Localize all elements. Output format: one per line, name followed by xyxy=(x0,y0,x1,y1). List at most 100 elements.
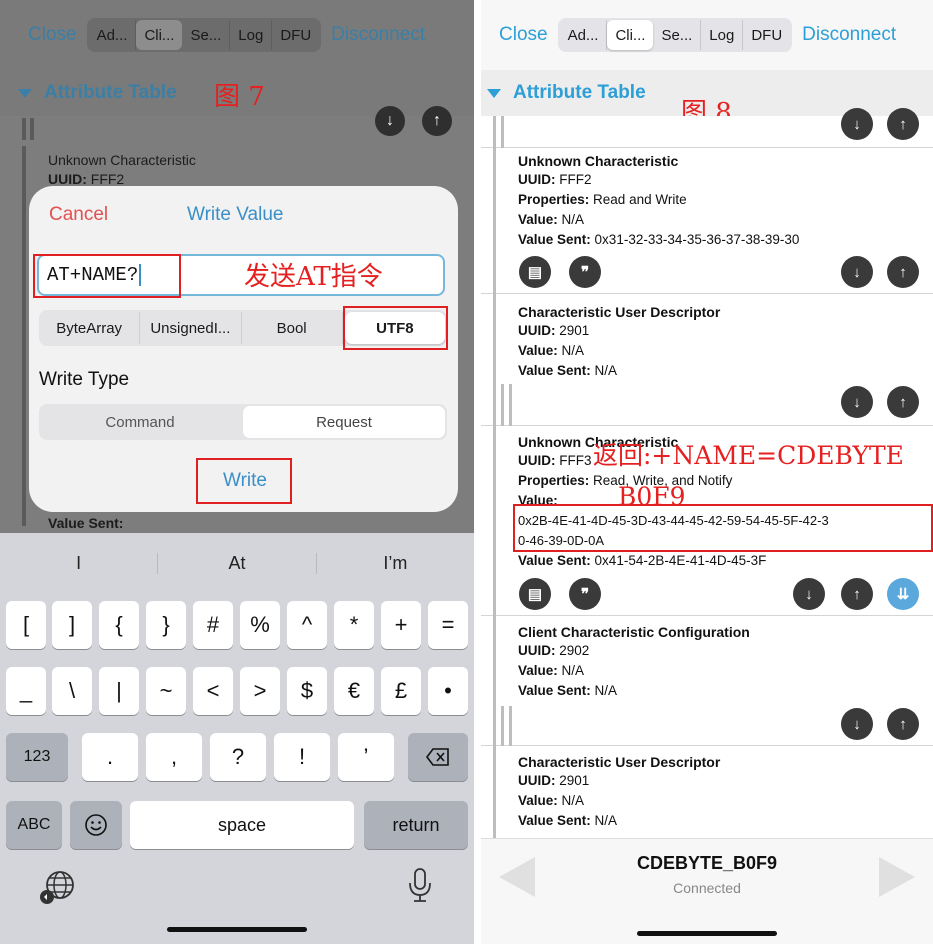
microphone-icon[interactable] xyxy=(407,867,433,908)
key[interactable]: ! xyxy=(274,733,330,781)
key[interactable]: . xyxy=(82,733,138,781)
close-button[interactable]: Close xyxy=(28,24,77,46)
key[interactable]: + xyxy=(381,601,421,649)
characteristic-uuid: UUID: FFF2 xyxy=(48,171,125,187)
key[interactable]: ~ xyxy=(146,667,186,715)
abc-key[interactable]: ABC xyxy=(6,801,62,849)
write-type-command[interactable]: Command xyxy=(39,406,241,438)
descriptor-uuid: UUID: 2901 xyxy=(518,323,590,338)
suggestion-bar: I At I’m xyxy=(0,533,474,593)
suggestion-item[interactable]: At xyxy=(158,552,317,574)
download-icon[interactable]: ↓ xyxy=(375,106,405,136)
space-key[interactable]: space xyxy=(130,801,354,849)
tab-dfu[interactable]: DFU xyxy=(743,20,790,50)
collapse-triangle-icon xyxy=(487,88,501,98)
descriptor-2901: Characteristic User Descriptor UUID: 290… xyxy=(481,294,933,426)
left-phone-screen: Close Ad... Cli... Se... Log DFU Disconn… xyxy=(0,0,474,944)
key[interactable]: % xyxy=(240,601,280,649)
screenshot-root: Close Ad... Cli... Se... Log DFU Disconn… xyxy=(0,0,933,944)
send-at-command-annotation: 发送AT指令 xyxy=(244,262,383,292)
numbers-key[interactable]: 123 xyxy=(6,733,68,781)
tab-advertisement[interactable]: Ad... xyxy=(560,20,608,50)
key[interactable]: | xyxy=(99,667,139,715)
download-icon[interactable]: ↓ xyxy=(841,108,873,140)
key[interactable]: } xyxy=(146,601,186,649)
key[interactable]: ? xyxy=(210,733,266,781)
key[interactable]: ’ xyxy=(338,733,394,781)
tab-log[interactable]: Log xyxy=(701,20,744,50)
home-indicator xyxy=(637,931,777,936)
read-icon[interactable]: ▤ xyxy=(519,578,551,610)
backspace-key[interactable] xyxy=(408,733,468,781)
download-icon[interactable]: ↓ xyxy=(841,386,873,418)
key[interactable]: • xyxy=(428,667,468,715)
tree-bar xyxy=(501,116,504,148)
tree-bar xyxy=(493,616,496,746)
return-key[interactable]: return xyxy=(364,801,468,849)
disconnect-button[interactable]: Disconnect xyxy=(802,24,896,46)
read-icon[interactable]: ▤ xyxy=(519,256,551,288)
key[interactable]: , xyxy=(146,733,202,781)
tree-bar xyxy=(509,384,512,426)
tab-server[interactable]: Se... xyxy=(182,20,231,50)
response-annotation: 返回:+NAME=CDEBYTE xyxy=(593,441,904,470)
upload-icon[interactable]: ↑ xyxy=(887,108,919,140)
type-unsigned-int[interactable]: UnsignedI... xyxy=(140,312,242,344)
disconnect-button[interactable]: Disconnect xyxy=(331,24,425,46)
close-button[interactable]: Close xyxy=(499,24,548,46)
type-bool[interactable]: Bool xyxy=(242,312,343,344)
key[interactable]: [ xyxy=(6,601,46,649)
key[interactable]: ^ xyxy=(287,601,327,649)
descriptor-title: Characteristic User Descriptor xyxy=(518,754,721,770)
key[interactable]: = xyxy=(428,601,468,649)
upload-icon[interactable]: ↑ xyxy=(422,106,452,136)
key[interactable]: € xyxy=(334,667,374,715)
write-type-request[interactable]: Request xyxy=(243,406,445,438)
right-phone-screen: Close Ad... Cli... Se... Log DFU Disconn… xyxy=(481,0,933,944)
tab-client[interactable]: Cli... xyxy=(136,20,183,50)
download-icon[interactable]: ↓ xyxy=(841,256,873,288)
globe-icon[interactable] xyxy=(38,867,78,912)
key[interactable]: # xyxy=(193,601,233,649)
key[interactable]: > xyxy=(240,667,280,715)
key[interactable]: \ xyxy=(52,667,92,715)
upload-icon[interactable]: ↑ xyxy=(887,386,919,418)
notify-icon[interactable]: ⇊ xyxy=(887,578,919,610)
quote-icon[interactable]: ❞ xyxy=(569,578,601,610)
home-indicator xyxy=(167,927,307,932)
tree-bar xyxy=(501,706,504,746)
key[interactable]: * xyxy=(334,601,374,649)
tab-dfu[interactable]: DFU xyxy=(272,20,319,50)
download-icon[interactable]: ↓ xyxy=(793,578,825,610)
key[interactable]: ] xyxy=(52,601,92,649)
download-icon[interactable]: ↓ xyxy=(841,708,873,740)
key[interactable]: { xyxy=(99,601,139,649)
key[interactable]: $ xyxy=(287,667,327,715)
suggestion-item[interactable]: I xyxy=(0,552,159,574)
characteristic-uuid: UUID: FFF2 xyxy=(518,172,592,187)
tree-bar xyxy=(493,116,496,148)
tab-log[interactable]: Log xyxy=(230,20,273,50)
quote-icon[interactable]: ❞ xyxy=(569,256,601,288)
next-arrow-icon[interactable] xyxy=(879,857,915,897)
tab-advertisement[interactable]: Ad... xyxy=(89,20,137,50)
upload-icon[interactable]: ↑ xyxy=(841,578,873,610)
tab-client[interactable]: Cli... xyxy=(607,20,654,50)
descriptor-value-sent: Value Sent: N/A xyxy=(518,363,618,378)
backspace-icon xyxy=(426,748,449,766)
tab-server[interactable]: Se... xyxy=(653,20,702,50)
highlight-box-value xyxy=(513,504,933,552)
key[interactable]: £ xyxy=(381,667,421,715)
cancel-button[interactable]: Cancel xyxy=(49,204,108,226)
descriptor-uuid: UUID: 2902 xyxy=(518,643,590,658)
key[interactable]: < xyxy=(193,667,233,715)
upload-icon[interactable]: ↑ xyxy=(887,708,919,740)
tab-segmented-control: Ad... Cli... Se... Log DFU xyxy=(557,18,793,52)
suggestion-item[interactable]: I’m xyxy=(317,553,474,574)
emoji-key[interactable] xyxy=(70,801,122,849)
upload-icon[interactable]: ↑ xyxy=(887,256,919,288)
type-bytearray[interactable]: ByteArray xyxy=(39,312,141,344)
write-type-label: Write Type xyxy=(39,369,130,390)
characteristic-title: Unknown Characteristic xyxy=(48,152,196,168)
key[interactable]: _ xyxy=(6,667,46,715)
